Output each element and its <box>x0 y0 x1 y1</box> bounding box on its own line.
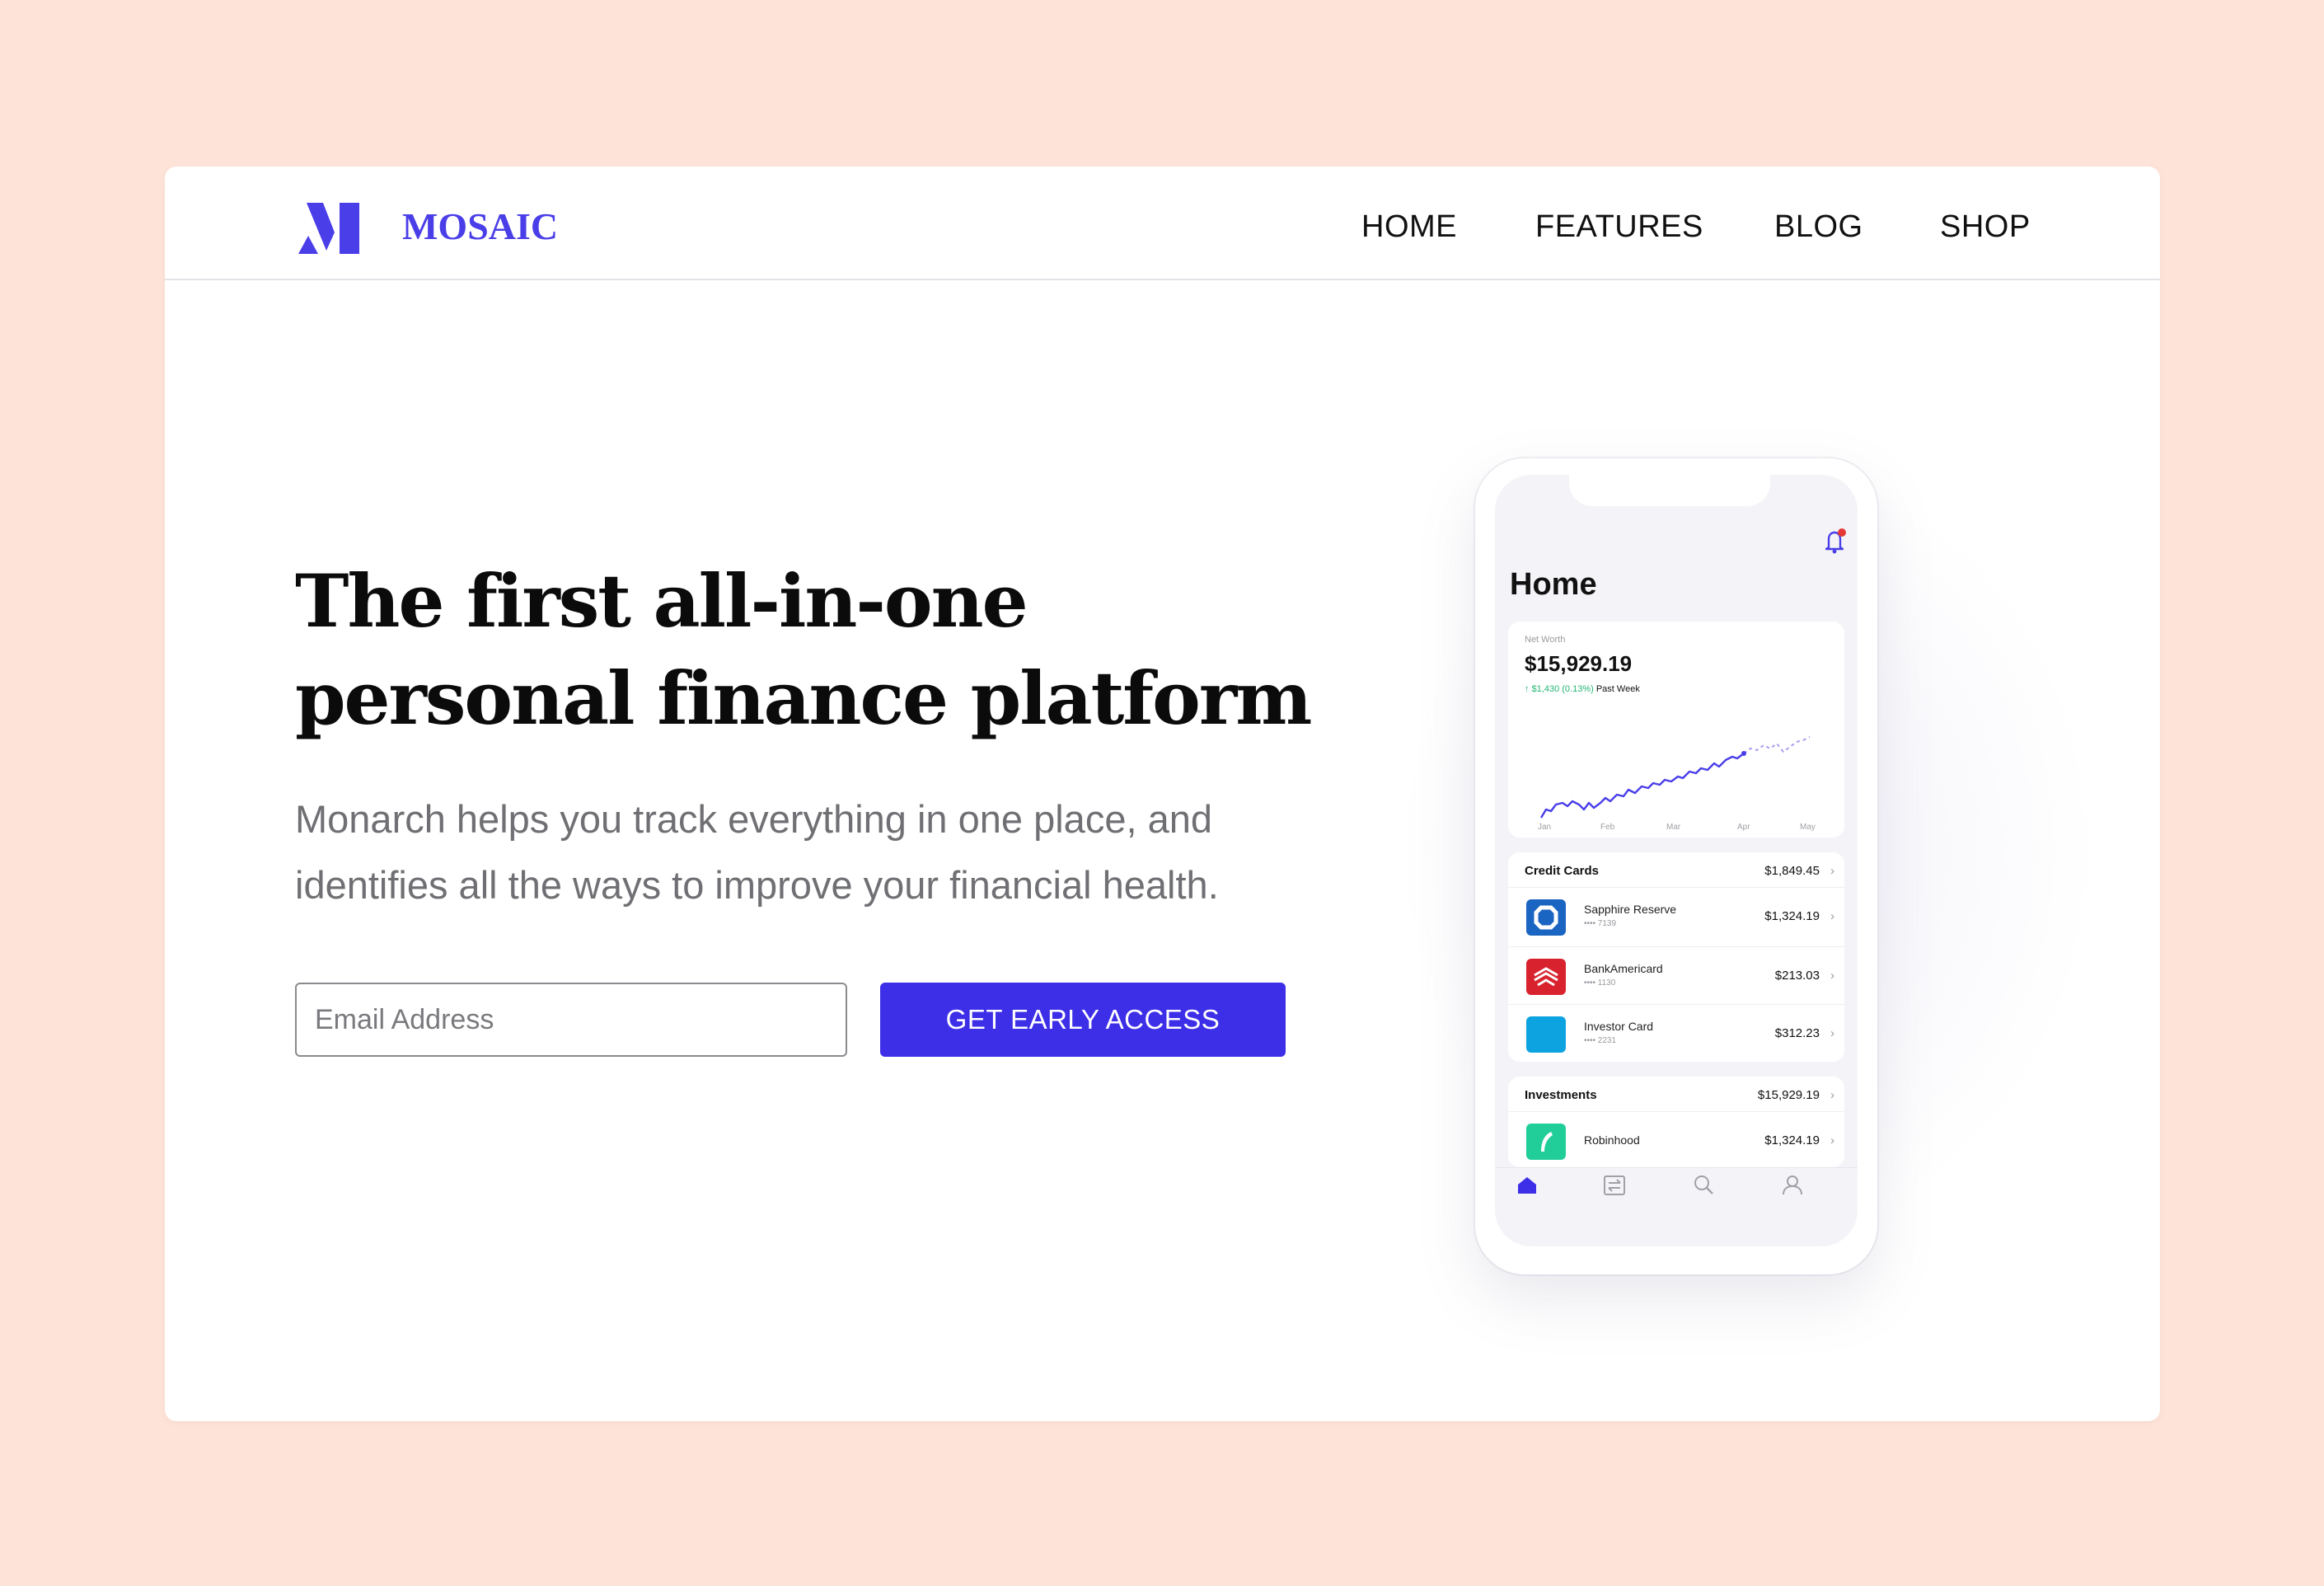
investments-card: Investments $15,929.19 › Robinhood $1,32… <box>1508 1077 1844 1167</box>
credit-cards-card: Credit Cards $1,849.45 › Sapphire Reserv… <box>1508 852 1844 1062</box>
investments-total: $15,929.19 <box>1757 1088 1820 1102</box>
net-worth-line <box>1539 753 1745 819</box>
chevron-right-icon: › <box>1830 969 1834 983</box>
account-mask: •••• 1130 <box>1584 978 1616 988</box>
account-row[interactable]: Investor Card •••• 2231 $312.23 › <box>1508 1004 1844 1062</box>
hero-subtext: Monarch helps you track everything in on… <box>295 786 1366 918</box>
month-label: Jan <box>1538 823 1551 832</box>
nav-shop[interactable]: SHOP <box>1940 209 2031 245</box>
net-worth-change-amount: $1,430 (0.13%) <box>1531 684 1594 694</box>
hero-headline: The first all-in-one personal finance pl… <box>295 552 1366 747</box>
month-label: Apr <box>1737 823 1750 832</box>
site-header: MOSAIC HOME FEATURES BLOG SHOP <box>165 167 2160 280</box>
email-input[interactable] <box>295 983 847 1057</box>
bofa-icon <box>1526 959 1566 995</box>
subtext-line-1: Monarch helps you track everything in on… <box>295 797 1212 841</box>
headline-line-1: The first all-in-one <box>295 558 1028 644</box>
chevron-right-icon: › <box>1830 1133 1834 1147</box>
phone-notch <box>1569 475 1770 506</box>
home-tab-icon[interactable] <box>1513 1171 1541 1199</box>
account-amount: $1,324.19 <box>1764 909 1820 923</box>
account-name: Investor Card <box>1584 1020 1654 1033</box>
nav-features[interactable]: FEATURES <box>1535 209 1703 245</box>
account-row[interactable]: BankAmericard •••• 1130 $213.03 › <box>1508 946 1844 1004</box>
net-worth-change: ↑ $1,430 (0.13%) Past Week <box>1525 684 1640 694</box>
brand-name[interactable]: MOSAIC <box>402 204 558 248</box>
account-name: Sapphire Reserve <box>1584 903 1677 916</box>
account-name: Robinhood <box>1584 1133 1640 1147</box>
net-worth-point <box>1741 751 1746 756</box>
net-worth-projection <box>1743 736 1811 754</box>
chevron-right-icon[interactable]: › <box>1830 1088 1834 1102</box>
investments-title: Investments <box>1525 1088 1597 1102</box>
credit-cards-total: $1,849.45 <box>1764 864 1820 878</box>
account-mask: •••• 7139 <box>1584 919 1617 928</box>
credit-cards-title: Credit Cards <box>1525 864 1600 878</box>
account-row[interactable]: Sapphire Reserve •••• 7139 $1,324.19 › <box>1508 887 1844 945</box>
account-amount: $1,324.19 <box>1764 1133 1820 1147</box>
chase-icon <box>1526 899 1566 936</box>
account-row[interactable]: Robinhood $1,324.19 › <box>1508 1111 1844 1169</box>
net-worth-value: $15,929.19 <box>1525 651 1633 676</box>
search-tab-icon[interactable] <box>1689 1171 1717 1199</box>
nav-blog[interactable]: BLOG <box>1774 209 1863 245</box>
get-early-access-button[interactable]: GET EARLY ACCESS <box>880 983 1286 1057</box>
month-label: Mar <box>1666 823 1681 832</box>
chevron-right-icon[interactable]: › <box>1830 864 1834 878</box>
headline-line-2: personal finance platform <box>295 655 1312 741</box>
month-label: May <box>1800 823 1816 832</box>
month-label: Feb <box>1600 823 1615 832</box>
net-worth-period: Past Week <box>1595 684 1640 694</box>
profile-tab-icon[interactable] <box>1778 1171 1806 1199</box>
browser-frame: MOSAIC HOME FEATURES BLOG SHOP The first… <box>165 167 2160 1421</box>
subtext-line-2: identifies all the ways to improve your … <box>295 863 1219 907</box>
screen-title: Home <box>1510 567 1597 602</box>
tab-bar <box>1495 1167 1858 1200</box>
account-name: BankAmericard <box>1584 962 1663 975</box>
phone-screen: Home Net Worth $15,929.19 ↑ $1,430 (0.13… <box>1495 475 1858 1246</box>
chevron-right-icon: › <box>1830 1026 1834 1040</box>
chevron-right-icon: › <box>1830 909 1834 923</box>
phone-mockup: Home Net Worth $15,929.19 ↑ $1,430 (0.13… <box>1475 458 1877 1274</box>
arrow-up-icon: ↑ <box>1525 684 1530 694</box>
nav-home[interactable]: HOME <box>1361 209 1457 245</box>
robinhood-icon <box>1526 1124 1566 1160</box>
net-worth-label: Net Worth <box>1525 635 1566 645</box>
account-amount: $213.03 <box>1774 969 1820 983</box>
schwab-icon <box>1526 1016 1566 1053</box>
net-worth-card[interactable]: Net Worth $15,929.19 ↑ $1,430 (0.13%) Pa… <box>1508 622 1844 838</box>
net-worth-chart: Jan Feb Mar Apr May <box>1538 736 1816 832</box>
mosaic-logo-icon[interactable] <box>297 199 363 256</box>
bell-icon[interactable] <box>1823 528 1848 554</box>
account-amount: $312.23 <box>1774 1026 1820 1040</box>
account-mask: •••• 2231 <box>1584 1036 1617 1045</box>
transactions-tab-icon[interactable] <box>1600 1171 1628 1199</box>
